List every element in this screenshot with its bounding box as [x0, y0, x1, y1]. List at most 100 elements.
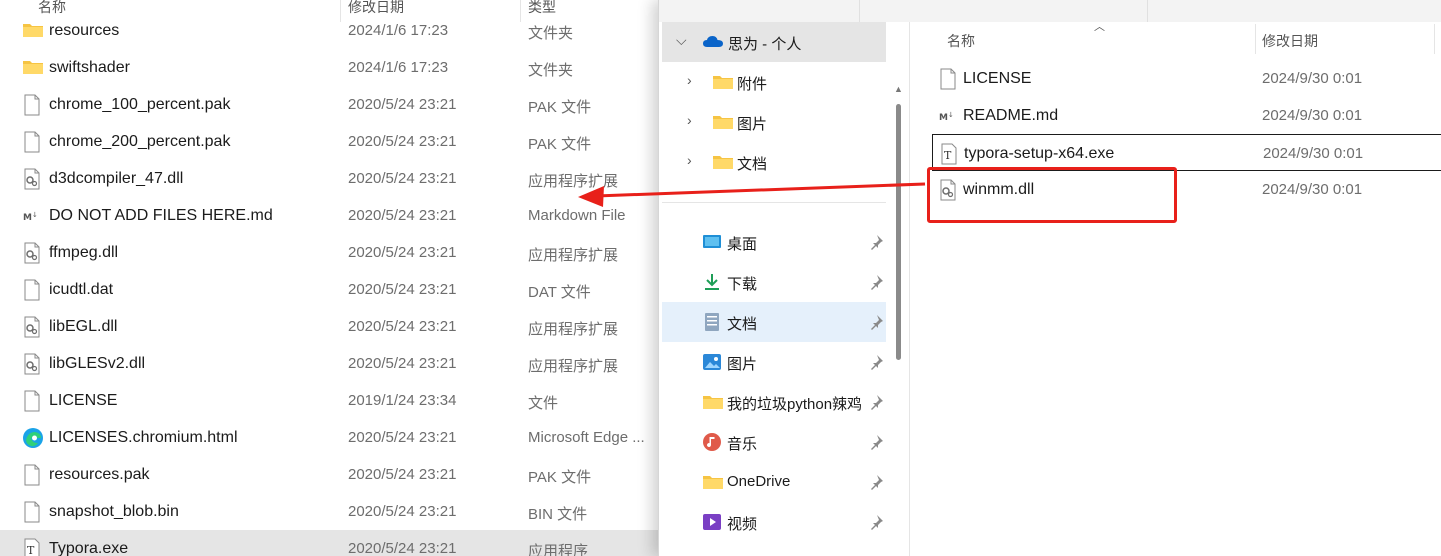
- nav-item-quick-access[interactable]: 音乐: [662, 422, 886, 462]
- desktop-icon: [702, 232, 722, 252]
- nav-item-quick-access[interactable]: OneDrive: [662, 462, 886, 502]
- scroll-up-arrow-icon[interactable]: ▲: [894, 84, 903, 94]
- column-divider[interactable]: [1434, 24, 1435, 54]
- nav-label: OneDrive: [727, 473, 791, 490]
- pin-icon[interactable]: [868, 314, 884, 330]
- column-divider[interactable]: [1255, 24, 1256, 54]
- nav-item-quick-access[interactable]: 桌面: [662, 222, 886, 262]
- videos-icon: [702, 512, 722, 532]
- nav-item-quick-access[interactable]: 文档: [662, 302, 886, 342]
- file-row[interactable]: resources.pak 2020/5/24 23:21 PAK 文件: [0, 456, 660, 493]
- file-modified-date: 2020/5/24 23:21: [348, 355, 457, 372]
- file-name: README.md: [963, 107, 1059, 124]
- file-name: resources: [49, 22, 120, 39]
- column-header-modified[interactable]: 修改日期: [1262, 31, 1318, 51]
- file-type: 文件夹: [528, 25, 574, 42]
- file-row[interactable]: M ↓ README.md 2024/9/30 0:01: [932, 97, 1441, 134]
- chevron-down-icon[interactable]: ⌵: [676, 32, 687, 49]
- file-modified-date: 2020/5/24 23:21: [348, 133, 457, 150]
- file-name: LICENSE: [49, 392, 118, 409]
- nav-item-quick-access[interactable]: 下载: [662, 262, 886, 302]
- file-row[interactable]: libEGL.dll 2020/5/24 23:21 应用程序扩展: [0, 308, 660, 345]
- background-explorer-window: 名称 修改日期 类型 resources 2024/1/6 17:23 文件夹 swi…: [0, 0, 660, 556]
- file-modified-date: 2024/9/30 0:01: [1262, 107, 1363, 124]
- file-row[interactable]: M ↓ DO NOT ADD FILES HERE.md 2020/5/24 23:2…: [0, 197, 660, 234]
- scrollbar-thumb[interactable]: [896, 104, 901, 360]
- folder-icon: [22, 57, 44, 79]
- folder-icon: [712, 152, 733, 172]
- file-row[interactable]: ffmpeg.dll 2020/5/24 23:21 应用程序扩展: [0, 234, 660, 271]
- file-row[interactable]: libGLESv2.dll 2020/5/24 23:21 应用程序扩展: [0, 345, 660, 382]
- nav-scrollbar[interactable]: ▲: [893, 84, 903, 556]
- file-name: icudtl.dat: [49, 281, 114, 298]
- nav-item-folder[interactable]: › 图片: [662, 102, 886, 142]
- file-icon: [22, 279, 44, 301]
- nav-item-folder[interactable]: › 附件: [662, 62, 886, 102]
- file-row[interactable]: LICENSES.chromium.html 2020/5/24 23:21 Mic…: [0, 419, 660, 456]
- file-type: 应用程序扩展: [528, 173, 619, 190]
- file-name: LICENSE: [963, 70, 1032, 87]
- folder-icon: [712, 72, 733, 92]
- navigation-pane: ⌵ 思为 - 个人 › 附件 › 图片 › 文档 桌面 下载文档图片我的垃圾python辣鸡…: [659, 22, 909, 556]
- chevron-right-icon[interactable]: ›: [687, 112, 692, 128]
- file-row[interactable]: snapshot_blob.bin 2020/5/24 23:21 BIN 文件: [0, 493, 660, 530]
- file-row[interactable]: LICENSE 2019/1/24 23:34 文件: [0, 382, 660, 419]
- nav-label: 文档: [727, 316, 758, 333]
- download-icon: [702, 272, 722, 292]
- file-row[interactable]: chrome_100_percent.pak 2020/5/24 23:21 PAK…: [0, 86, 660, 123]
- file-type: PAK 文件: [528, 469, 592, 486]
- pin-icon[interactable]: [868, 514, 884, 530]
- pin-icon[interactable]: [868, 234, 884, 250]
- file-row[interactable]: resources 2024/1/6 17:23 文件夹: [0, 12, 660, 49]
- dll-icon: [22, 168, 44, 190]
- nav-item-quick-access[interactable]: 我的垃圾python辣鸡: [662, 382, 886, 422]
- file-type: DAT 文件: [528, 284, 591, 301]
- onedrive-cloud-icon: [702, 32, 723, 52]
- file-name: libGLESv2.dll: [49, 355, 146, 372]
- file-row[interactable]: swiftshader 2024/1/6 17:23 文件夹: [0, 49, 660, 86]
- file-row[interactable]: LICENSE 2024/9/30 0:01: [932, 60, 1441, 97]
- file-row[interactable]: chrome_200_percent.pak 2020/5/24 23:21 PAK…: [0, 123, 660, 160]
- pin-icon[interactable]: [868, 474, 884, 490]
- file-modified-date: 2024/1/6 17:23: [348, 59, 449, 76]
- file-row[interactable]: d3dcompiler_47.dll 2020/5/24 23:21 应用程序扩展: [0, 160, 660, 197]
- svg-text:M: M: [939, 113, 948, 123]
- file-name: swiftshader: [49, 59, 130, 76]
- nav-item-folder[interactable]: › 文档: [662, 142, 886, 182]
- file-row[interactable]: T Typora.exe 2020/5/24 23:21 应用程序: [0, 530, 660, 556]
- folder-icon: [22, 20, 44, 42]
- nav-separator: [662, 202, 886, 203]
- file-type: BIN 文件: [528, 506, 588, 523]
- svg-text:M: M: [23, 213, 32, 223]
- file-type: PAK 文件: [528, 99, 592, 116]
- file-row[interactable]: Ttypora-setup-x64.exe 2024/9/30 0:01: [932, 134, 1441, 171]
- column-header-name[interactable]: 名称: [947, 31, 975, 51]
- nav-item-quick-access[interactable]: 图片: [662, 342, 886, 382]
- file-name: LICENSES.chromium.html: [49, 429, 238, 446]
- dll-icon: [22, 242, 44, 264]
- pin-icon[interactable]: [868, 354, 884, 370]
- file-modified-date: 2024/1/6 17:23: [348, 22, 449, 39]
- file-icon: [22, 464, 44, 486]
- file-row[interactable]: icudtl.dat 2020/5/24 23:21 DAT 文件: [0, 271, 660, 308]
- edge-icon: [22, 427, 44, 449]
- chevron-right-icon[interactable]: ›: [687, 72, 692, 88]
- pictures-icon: [702, 352, 722, 372]
- file-modified-date: 2024/9/30 0:01: [1262, 181, 1363, 198]
- nav-item-onedrive-personal[interactable]: ⌵ 思为 - 个人: [662, 22, 886, 62]
- folder-icon: [702, 392, 723, 412]
- nav-label: 附件: [737, 76, 768, 93]
- pin-icon[interactable]: [868, 434, 884, 450]
- markdown-icon: M ↓: [22, 205, 44, 227]
- pin-icon[interactable]: [868, 394, 884, 410]
- nav-label: 图片: [727, 356, 758, 373]
- chevron-right-icon[interactable]: ›: [687, 152, 692, 168]
- file-icon: [22, 390, 44, 412]
- nav-item-quick-access[interactable]: 视频: [662, 502, 886, 542]
- file-modified-date: 2020/5/24 23:21: [348, 540, 457, 556]
- pin-icon[interactable]: [868, 274, 884, 290]
- file-type: 文件: [528, 395, 559, 412]
- file-type: 文件夹: [528, 62, 574, 79]
- file-name: chrome_200_percent.pak: [49, 133, 231, 150]
- markdown-icon: M ↓: [938, 105, 958, 127]
